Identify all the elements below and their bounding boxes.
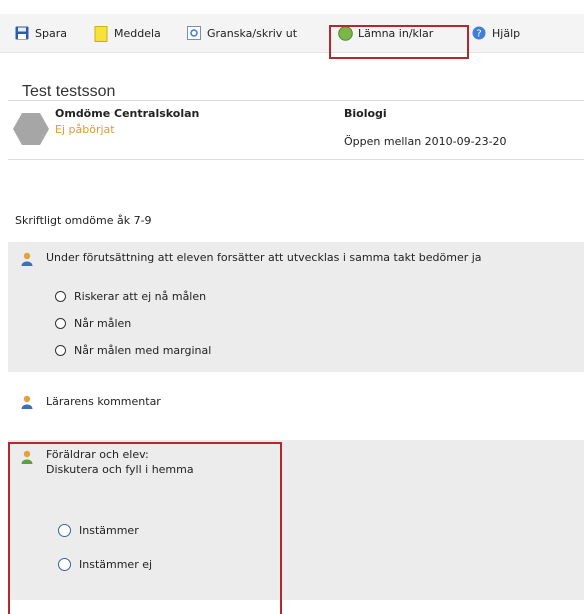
help-icon: ?: [472, 26, 486, 40]
open-period: Öppen mellan 2010-09-23-20: [344, 135, 507, 148]
section-title: Skriftligt omdöme åk 7-9: [15, 214, 152, 227]
floppy-disk-icon: [15, 26, 29, 40]
save-button[interactable]: Spara: [15, 24, 67, 42]
svg-text:?: ?: [476, 29, 481, 40]
subject-label: Biologi: [344, 107, 387, 120]
submit-highlight-box: [329, 25, 469, 59]
teacher-comment-label: Lärarens kommentar: [46, 395, 161, 408]
option-reach[interactable]: Når målen: [55, 317, 131, 330]
question-text: Under förutsättning att eleven forsätter…: [46, 251, 482, 264]
status-badge: Ej påbörjat: [55, 123, 115, 136]
toolbar: Spara Meddela Granska/skriv ut Lämna in/…: [0, 14, 584, 53]
review-print-label: Granska/skriv ut: [207, 26, 298, 40]
parents-highlight-box: [8, 442, 282, 614]
help-button[interactable]: ? Hjälp: [472, 24, 520, 42]
save-label: Spara: [35, 26, 67, 40]
question-panel: Under förutsättning att eleven forsätter…: [8, 242, 584, 372]
assessment-title: Omdöme Centralskolan: [55, 107, 200, 120]
option-label: Når målen med marginal: [74, 344, 212, 357]
review-print-button[interactable]: Granska/skriv ut: [187, 24, 297, 42]
hexagon-icon: [11, 107, 51, 155]
document-magnifier-icon: [187, 26, 201, 40]
assessment-header: Omdöme Centralskolan Ej påbörjat Biologi…: [8, 100, 584, 160]
option-margin[interactable]: Når målen med marginal: [55, 344, 211, 357]
radio-button[interactable]: [55, 318, 66, 329]
radio-button[interactable]: [55, 345, 66, 356]
option-risk[interactable]: Riskerar att ej nå målen: [55, 290, 206, 303]
notify-label: Meddela: [114, 26, 161, 40]
note-icon: [94, 26, 108, 42]
person-icon: [21, 251, 33, 266]
notify-button[interactable]: Meddela: [94, 24, 161, 42]
teacher-person-icon: [21, 394, 33, 409]
help-label: Hjälp: [492, 26, 521, 40]
student-name: Test testsson: [22, 83, 116, 100]
option-label: Når målen: [74, 317, 132, 330]
radio-button[interactable]: [55, 291, 66, 302]
option-label: Riskerar att ej nå målen: [74, 290, 207, 303]
